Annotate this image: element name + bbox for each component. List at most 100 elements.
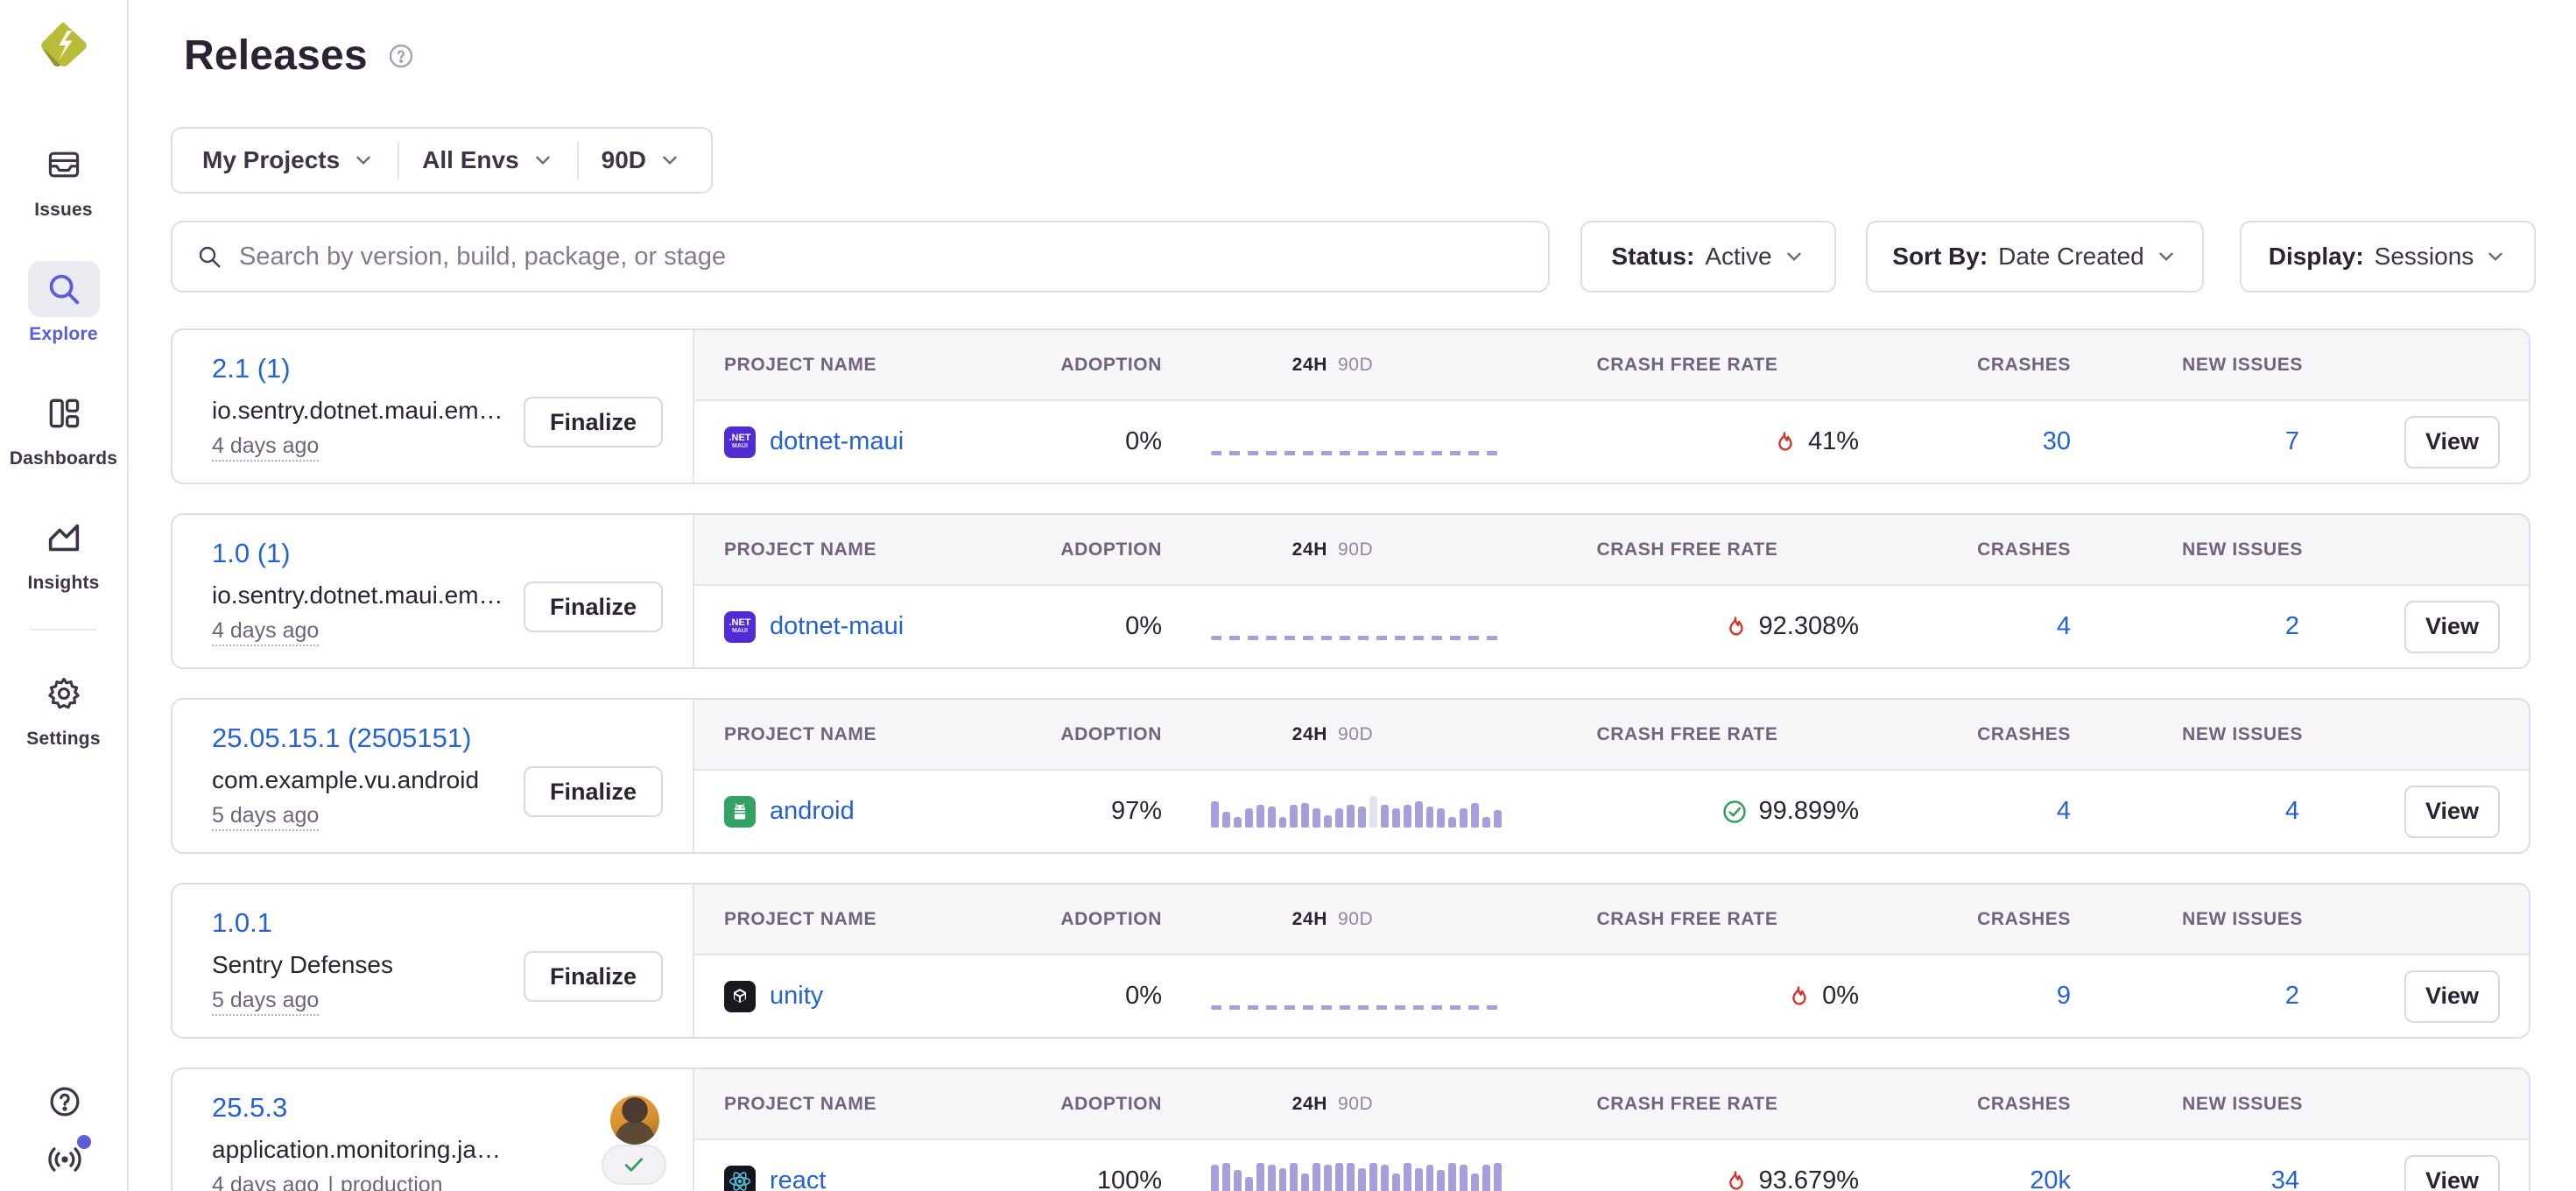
release-package: Sentry Defenses <box>212 951 562 979</box>
crashes-link[interactable]: 4 <box>1871 797 2081 826</box>
flame-icon <box>1785 983 1812 1010</box>
sidebar-item-settings[interactable]: Settings <box>0 666 127 750</box>
col-crashes: Crashes <box>1871 1094 2081 1115</box>
issues-icon <box>45 145 83 184</box>
crash-free-value: 92.308% <box>1759 612 1860 641</box>
release-created: 4 days ago <box>212 433 319 462</box>
insights-icon <box>44 518 84 558</box>
release-version-link[interactable]: 2.1 (1) <box>212 353 291 384</box>
page-title: Releases <box>184 32 368 80</box>
release-summary: 25.05.15.1 (2505151) com.example.vu.andr… <box>172 700 694 852</box>
page-help-icon[interactable] <box>387 42 415 70</box>
adoption-value: 100% <box>1013 1166 1162 1191</box>
col-new-issues: New Issues <box>2081 1094 2313 1115</box>
view-button[interactable]: View <box>2404 1155 2500 1191</box>
adoption-trend <box>1162 983 1503 1010</box>
col-new-issues: New Issues <box>2081 355 2313 376</box>
date-range-filter[interactable]: 90D <box>577 141 704 180</box>
col-24h: 24H <box>1292 355 1327 376</box>
crashes-link[interactable]: 4 <box>1871 612 2081 641</box>
new-issues-link[interactable]: 34 <box>2081 1166 2313 1191</box>
crash-free-value: 41% <box>1808 427 1859 456</box>
display-dropdown[interactable]: Display: Sessions <box>2240 221 2536 292</box>
finalize-button[interactable]: Finalize <box>524 581 663 632</box>
col-adoption: Adoption <box>1013 539 1162 560</box>
finalized-check-pill[interactable] <box>602 1145 666 1185</box>
release-version-link[interactable]: 1.0.1 <box>212 907 272 939</box>
help-button[interactable] <box>46 1082 84 1121</box>
view-button[interactable]: View <box>2404 416 2500 469</box>
sentry-logo[interactable] <box>38 19 90 72</box>
project-link[interactable]: react <box>770 1166 826 1191</box>
project-link[interactable]: dotnet-maui <box>770 427 904 456</box>
crashes-link[interactable]: 9 <box>1871 982 2081 1011</box>
col-adoption: Adoption <box>1013 724 1162 745</box>
crash-free-status-icon <box>1722 1168 1749 1191</box>
gear-icon <box>45 674 83 713</box>
crashes-link[interactable]: 30 <box>1871 427 2081 456</box>
platform-icon <box>724 981 756 1012</box>
release-summary: 1.0 (1) io.sentry.dotnet.maui.em… 4 days… <box>172 515 694 667</box>
project-filter[interactable]: My Projects <box>179 141 398 180</box>
project-link[interactable]: android <box>770 797 855 826</box>
chevron-down-icon <box>531 149 554 172</box>
release-summary: 1.0.1 Sentry Defenses 5 days ago Finaliz… <box>172 884 694 1037</box>
search-bar <box>171 221 1550 292</box>
search-icon <box>44 269 84 309</box>
release-package: com.example.vu.android <box>212 766 562 794</box>
crashes-link[interactable]: 20k <box>1871 1166 2081 1191</box>
platform-icon <box>724 1166 756 1191</box>
crash-free-status-icon <box>1785 983 1812 1010</box>
flame-icon <box>1722 1168 1749 1191</box>
adoption-trend <box>1162 1159 1503 1191</box>
sidebar-item-dashboards[interactable]: Dashboards <box>0 385 127 469</box>
view-button[interactable]: View <box>2404 786 2500 838</box>
status-dropdown-label: Status: <box>1611 243 1694 271</box>
new-issues-link[interactable]: 2 <box>2081 612 2313 641</box>
check-icon <box>621 1152 647 1178</box>
finalize-button[interactable]: Finalize <box>524 397 663 448</box>
search-input[interactable] <box>239 243 1525 271</box>
project-link[interactable]: unity <box>770 982 823 1011</box>
col-24h: 24H <box>1292 724 1327 745</box>
release-version-link[interactable]: 25.5.3 <box>212 1092 287 1124</box>
sidebar-item-explore[interactable]: Explore <box>0 261 127 345</box>
avatar[interactable] <box>610 1096 659 1145</box>
new-issues-link[interactable]: 7 <box>2081 427 2313 456</box>
col-trend: 24H 90D <box>1162 724 1503 745</box>
view-button[interactable]: View <box>2404 970 2500 1023</box>
project-link[interactable]: dotnet-maui <box>770 612 904 641</box>
crash-free-rate: 92.308% <box>1503 612 1871 641</box>
sidebar-item-insights[interactable]: Insights <box>0 510 127 594</box>
release-version-link[interactable]: 1.0 (1) <box>212 538 291 569</box>
sort-by-dropdown[interactable]: Sort By: Date Created <box>1866 221 2204 292</box>
release-created: 5 days ago <box>212 988 319 1016</box>
sidebar-item-label: Issues <box>34 200 93 221</box>
release-list: 2.1 (1) io.sentry.dotnet.maui.em… 4 days… <box>171 328 2530 1191</box>
sidebar-item-label: Explore <box>29 324 97 345</box>
sidebar: Issues Explore Dashboards <box>0 0 129 1191</box>
release-version-link[interactable]: 25.05.15.1 (2505151) <box>212 722 471 754</box>
crash-free-rate: 93.679% <box>1503 1166 1871 1191</box>
new-issues-link[interactable]: 2 <box>2081 982 2313 1011</box>
crash-free-status-icon <box>1771 429 1798 455</box>
release-card: 1.0 (1) io.sentry.dotnet.maui.em… 4 days… <box>171 513 2530 669</box>
adoption-trend <box>1162 796 1503 828</box>
release-table: Project Name Adoption 24H 90D Crash Free… <box>694 515 2529 667</box>
toolbar: Status: Active Sort By: Date Created Dis… <box>171 221 2536 292</box>
platform-icon: .NETMAUI <box>724 426 756 458</box>
table-data-row: android 97% 99.899% 4 4 <box>694 771 2529 852</box>
sidebar-item-issues[interactable]: Issues <box>0 137 127 221</box>
table-header-row: Project Name Adoption 24H 90D Crash Free… <box>694 515 2529 586</box>
status-dropdown[interactable]: Status: Active <box>1580 221 1836 292</box>
finalize-button[interactable]: Finalize <box>524 951 663 1002</box>
environment-filter[interactable]: All Envs <box>398 141 576 180</box>
new-issues-link[interactable]: 4 <box>2081 797 2313 826</box>
col-crashes: Crashes <box>1871 355 2081 376</box>
view-button[interactable]: View <box>2404 601 2500 653</box>
finalize-button[interactable]: Finalize <box>524 766 663 817</box>
whats-new-button[interactable] <box>46 1140 84 1179</box>
col-crashes: Crashes <box>1871 539 2081 560</box>
col-project-name: Project Name <box>724 539 1013 560</box>
table-header-row: Project Name Adoption 24H 90D Crash Free… <box>694 884 2529 955</box>
